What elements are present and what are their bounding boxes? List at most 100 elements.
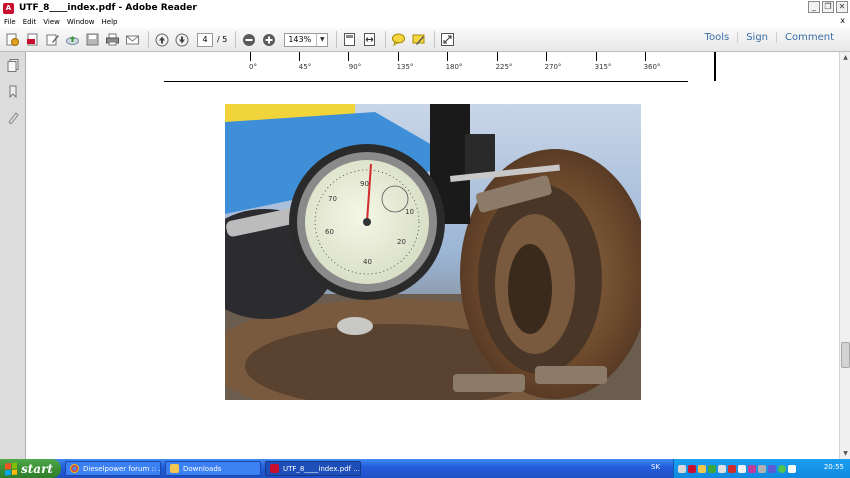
- scrollbar-thumb[interactable]: [841, 342, 850, 368]
- restore-button[interactable]: ❐: [822, 1, 834, 13]
- zoom-select[interactable]: 143% ▼: [284, 32, 329, 47]
- axis-label: 270°: [544, 63, 562, 71]
- tray-media-icon[interactable]: [748, 464, 756, 473]
- page-number-input[interactable]: 4: [197, 32, 213, 47]
- tray-messenger-icon[interactable]: [788, 464, 796, 473]
- axis-label: 0°: [249, 63, 257, 71]
- menu-view[interactable]: View: [43, 18, 60, 26]
- menu-edit[interactable]: Edit: [23, 18, 37, 26]
- taskbar: start Dieselpower forum :: ... Downloads…: [0, 459, 850, 478]
- email-icon[interactable]: [124, 31, 141, 48]
- menu-file[interactable]: File: [4, 18, 16, 26]
- axis-tick: [497, 52, 498, 61]
- axis-label: 90°: [348, 63, 362, 71]
- svg-text:40: 40: [363, 258, 372, 266]
- vertical-scrollbar[interactable]: ▲ ▼: [839, 52, 850, 459]
- window-controls: _ ❐ ✕: [808, 1, 848, 13]
- print-icon[interactable]: [104, 31, 121, 48]
- highlight-icon[interactable]: [410, 31, 427, 48]
- tray-shield-icon[interactable]: [768, 464, 776, 473]
- taskbar-item-label: Downloads: [183, 464, 222, 473]
- taskbar-item-pdf[interactable]: UTF_8____index.pdf ...: [265, 461, 361, 476]
- document-view[interactable]: 0° 45° 90° 135° 180° 225° 270° 315° 360°: [26, 52, 839, 459]
- toolbar-separator: [336, 31, 338, 48]
- axis-label: 315°: [594, 63, 612, 71]
- title-bar: A UTF_8____index.pdf - Adobe Reader _ ❐ …: [0, 0, 850, 16]
- tray-folder-icon[interactable]: [698, 464, 706, 473]
- previous-page-icon[interactable]: [153, 31, 170, 48]
- tray-app-icon[interactable]: [678, 464, 686, 473]
- save-icon[interactable]: [84, 31, 101, 48]
- next-page-icon[interactable]: [173, 31, 190, 48]
- page-total: / 5: [217, 35, 228, 44]
- system-tray: 20:55: [673, 459, 850, 478]
- fit-page-icon[interactable]: [341, 31, 358, 48]
- signatures-icon[interactable]: [6, 110, 20, 124]
- fit-width-icon[interactable]: [361, 31, 378, 48]
- clock: 20:55: [823, 463, 844, 471]
- sign-link[interactable]: Sign: [737, 32, 776, 43]
- photo-illustration: 90 10 20 40 60 70: [225, 104, 641, 400]
- menu-help[interactable]: Help: [102, 18, 118, 26]
- comment-link[interactable]: Comment: [776, 32, 842, 43]
- tray-online-icon[interactable]: [778, 464, 786, 473]
- chevron-down-icon[interactable]: ▼: [316, 33, 327, 46]
- svg-text:90: 90: [360, 180, 369, 188]
- taskbar-item-downloads[interactable]: Downloads: [165, 461, 261, 476]
- taskbar-item-browser[interactable]: Dieselpower forum :: ...: [65, 461, 161, 476]
- tray-status-icon[interactable]: [708, 464, 716, 473]
- degree-scale: 0° 45° 90° 135° 180° 225° 270° 315° 360°: [164, 52, 688, 82]
- axis-label: 180°: [445, 63, 463, 71]
- edit-icon[interactable]: [44, 31, 61, 48]
- axis-label: 45°: [298, 63, 312, 71]
- create-icon[interactable]: [4, 31, 21, 48]
- pdf-create-icon[interactable]: [24, 31, 41, 48]
- adobe-reader-icon: A: [3, 2, 14, 14]
- pdf-icon: [270, 464, 279, 473]
- tray-antivirus-icon[interactable]: [728, 464, 736, 473]
- start-button[interactable]: start: [0, 459, 61, 478]
- svg-text:70: 70: [328, 195, 337, 203]
- menu-window[interactable]: Window: [67, 18, 95, 26]
- menu-bar: File Edit View Window Help x: [0, 16, 850, 28]
- tray-network-icon[interactable]: [718, 464, 726, 473]
- chrome-icon: [70, 464, 79, 473]
- svg-text:10: 10: [405, 208, 414, 216]
- bookmarks-icon[interactable]: [6, 84, 20, 98]
- page-thumbnails-icon[interactable]: [6, 58, 20, 72]
- close-document-button[interactable]: x: [840, 16, 845, 25]
- axis-tick: [645, 52, 646, 61]
- tray-volume-icon[interactable]: [738, 464, 746, 473]
- taskbar-item-label: Dieselpower forum :: ...: [83, 464, 161, 473]
- windows-logo-icon: [5, 461, 17, 476]
- axis-tick: [398, 52, 399, 61]
- axis-label: 225°: [495, 63, 513, 71]
- full-screen-icon[interactable]: [439, 31, 456, 48]
- zoom-out-icon[interactable]: [240, 31, 257, 48]
- tools-link[interactable]: Tools: [697, 32, 738, 43]
- axis-label: 360°: [643, 63, 661, 71]
- tray-pdf-icon[interactable]: [688, 464, 696, 473]
- comment-icon[interactable]: [390, 31, 407, 48]
- scroll-down-icon[interactable]: ▼: [841, 449, 850, 458]
- tray-device-icon[interactable]: [758, 464, 766, 473]
- taskbar-item-label: UTF_8____index.pdf ...: [283, 464, 361, 473]
- axis-tick: [250, 52, 251, 61]
- svg-text:60: 60: [325, 228, 334, 236]
- close-button[interactable]: ✕: [836, 1, 848, 13]
- zoom-value: 143%: [288, 34, 312, 44]
- toolbar-panel-links: Tools Sign Comment: [697, 32, 842, 43]
- page-edge-marker: [714, 52, 716, 81]
- toolbar-separator: [385, 31, 387, 48]
- toolbar-separator: [235, 31, 237, 48]
- axis-baseline: [164, 81, 688, 82]
- zoom-in-icon[interactable]: [260, 31, 277, 48]
- scroll-up-icon[interactable]: ▲: [841, 53, 850, 62]
- minimize-button[interactable]: _: [808, 1, 820, 13]
- cloud-upload-icon[interactable]: [64, 31, 81, 48]
- language-indicator[interactable]: SK: [651, 463, 660, 471]
- axis-label: 135°: [396, 63, 414, 71]
- axis-tick: [546, 52, 547, 61]
- toolbar-separator: [148, 31, 149, 48]
- axis-tick: [348, 52, 349, 61]
